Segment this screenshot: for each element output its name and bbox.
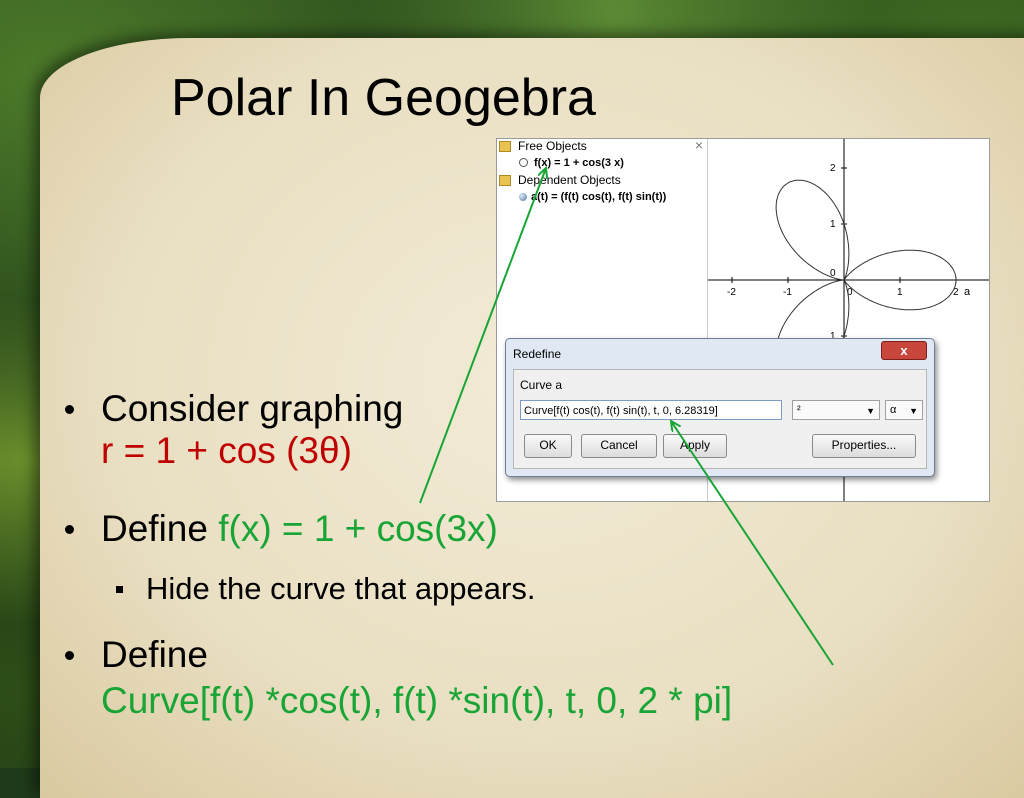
y-tick-label: 1	[830, 219, 836, 230]
curve-command: Curve[f(t) *cos(t), f(t) *sin(t), t, 0, …	[101, 680, 733, 721]
bullet-marker	[65, 525, 74, 534]
polar-equation: r = 1 + cos (3θ)	[101, 430, 352, 471]
symbol-select[interactable]: ² ▼	[792, 400, 880, 420]
definition-input[interactable]: Curve[f(t) cos(t), f(t) sin(t), t, 0, 6.…	[520, 400, 782, 420]
bullet-3-text: Define	[101, 634, 208, 675]
hidden-object-icon[interactable]	[519, 158, 528, 168]
cancel-button[interactable]: Cancel	[581, 434, 657, 458]
slide-title: Polar In Geogebra	[171, 69, 596, 127]
sub-bullet-text: Hide the curve that appears.	[146, 571, 536, 606]
folder-icon	[499, 141, 511, 152]
symbol-select-value: ²	[797, 404, 801, 416]
redefine-dialog: Redefine x Curve a Curve[f(t) cos(t), f(…	[505, 338, 935, 477]
properties-button[interactable]: Properties...	[812, 434, 916, 458]
dependent-objects-node[interactable]: Dependent Objects	[518, 173, 621, 187]
sub-bullet-marker	[116, 586, 123, 593]
greek-select-value: α	[890, 404, 897, 416]
visible-object-icon[interactable]	[519, 192, 527, 201]
object-label: Curve a	[520, 378, 563, 392]
bullet-1-text: Consider graphing	[101, 388, 404, 429]
bullet-2: Define f(x) = 1 + cos(3x)	[101, 508, 498, 550]
free-object-definition: f(x) = 1 + cos(3 x)	[534, 157, 624, 169]
x-tick-label: -1	[783, 287, 792, 298]
curve-label: a	[964, 286, 971, 298]
free-objects-node[interactable]: Free Objects	[518, 139, 587, 153]
x-tick-label: 1	[897, 287, 903, 298]
ok-button[interactable]: OK	[524, 434, 572, 458]
free-object-item[interactable]: f(x) = 1 + cos(3 x)	[519, 155, 624, 170]
close-icon[interactable]: ×	[695, 139, 703, 153]
x-tick-label: -2	[727, 287, 736, 298]
bullet-marker	[65, 651, 74, 660]
chevron-down-icon: ▼	[909, 406, 918, 416]
dialog-body: Curve a Curve[f(t) cos(t), f(t) sin(t), …	[513, 369, 927, 469]
bullet-2-text: Define	[101, 508, 219, 549]
folder-icon	[499, 175, 511, 186]
y-tick-label: 2	[830, 163, 836, 174]
dependent-object-definition: a(t) = (f(t) cos(t), f(t) sin(t))	[531, 191, 667, 203]
bullet-marker	[65, 405, 74, 414]
chevron-down-icon: ▼	[866, 406, 875, 416]
greek-letter-select[interactable]: α ▼	[885, 400, 923, 420]
dialog-title: Redefine	[513, 347, 562, 361]
dependent-object-item[interactable]: a(t) = (f(t) cos(t), f(t) sin(t))	[519, 189, 666, 204]
function-definition: f(x) = 1 + cos(3x)	[218, 508, 498, 549]
close-button[interactable]: x	[881, 341, 927, 360]
apply-button[interactable]: Apply	[663, 434, 727, 458]
